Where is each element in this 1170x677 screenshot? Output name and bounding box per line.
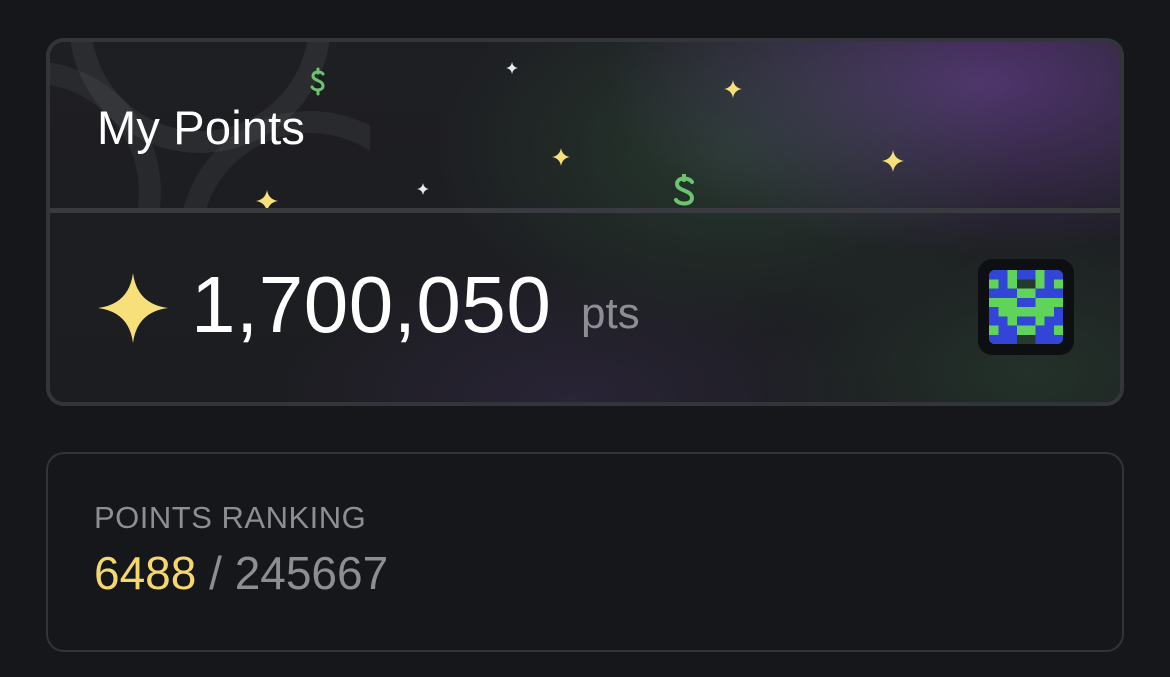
card-header: My Points bbox=[50, 42, 1120, 212]
small-star-icon bbox=[417, 183, 429, 195]
current-rank: 6488 bbox=[94, 547, 197, 599]
card-title: My Points bbox=[97, 101, 306, 154]
total-participants: 245667 bbox=[234, 547, 389, 599]
ranking-label: POINTS RANKING bbox=[94, 500, 367, 535]
ranking-card: POINTS RANKING 6488 / 245667 bbox=[46, 452, 1124, 652]
dollar-icon bbox=[674, 174, 695, 206]
small-star-icon bbox=[506, 62, 518, 74]
sparkle-icon bbox=[882, 150, 904, 172]
points-balance: 1,700,050 bbox=[191, 260, 552, 349]
ranking-value: 6488 / 245667 bbox=[94, 546, 388, 600]
balance-row: 1,700,050 pts bbox=[50, 213, 1120, 402]
sparkle-icon bbox=[98, 273, 168, 343]
pixel-avatar-icon bbox=[989, 270, 1063, 344]
sparkle-icon bbox=[724, 80, 742, 98]
dollar-icon bbox=[310, 67, 325, 96]
points-card: My Points 1,700,050 pts bbox=[46, 38, 1124, 406]
rank-separator: / bbox=[209, 547, 222, 599]
points-unit: pts bbox=[581, 289, 640, 338]
sparkle-icon bbox=[552, 148, 570, 166]
avatar[interactable] bbox=[978, 259, 1074, 355]
